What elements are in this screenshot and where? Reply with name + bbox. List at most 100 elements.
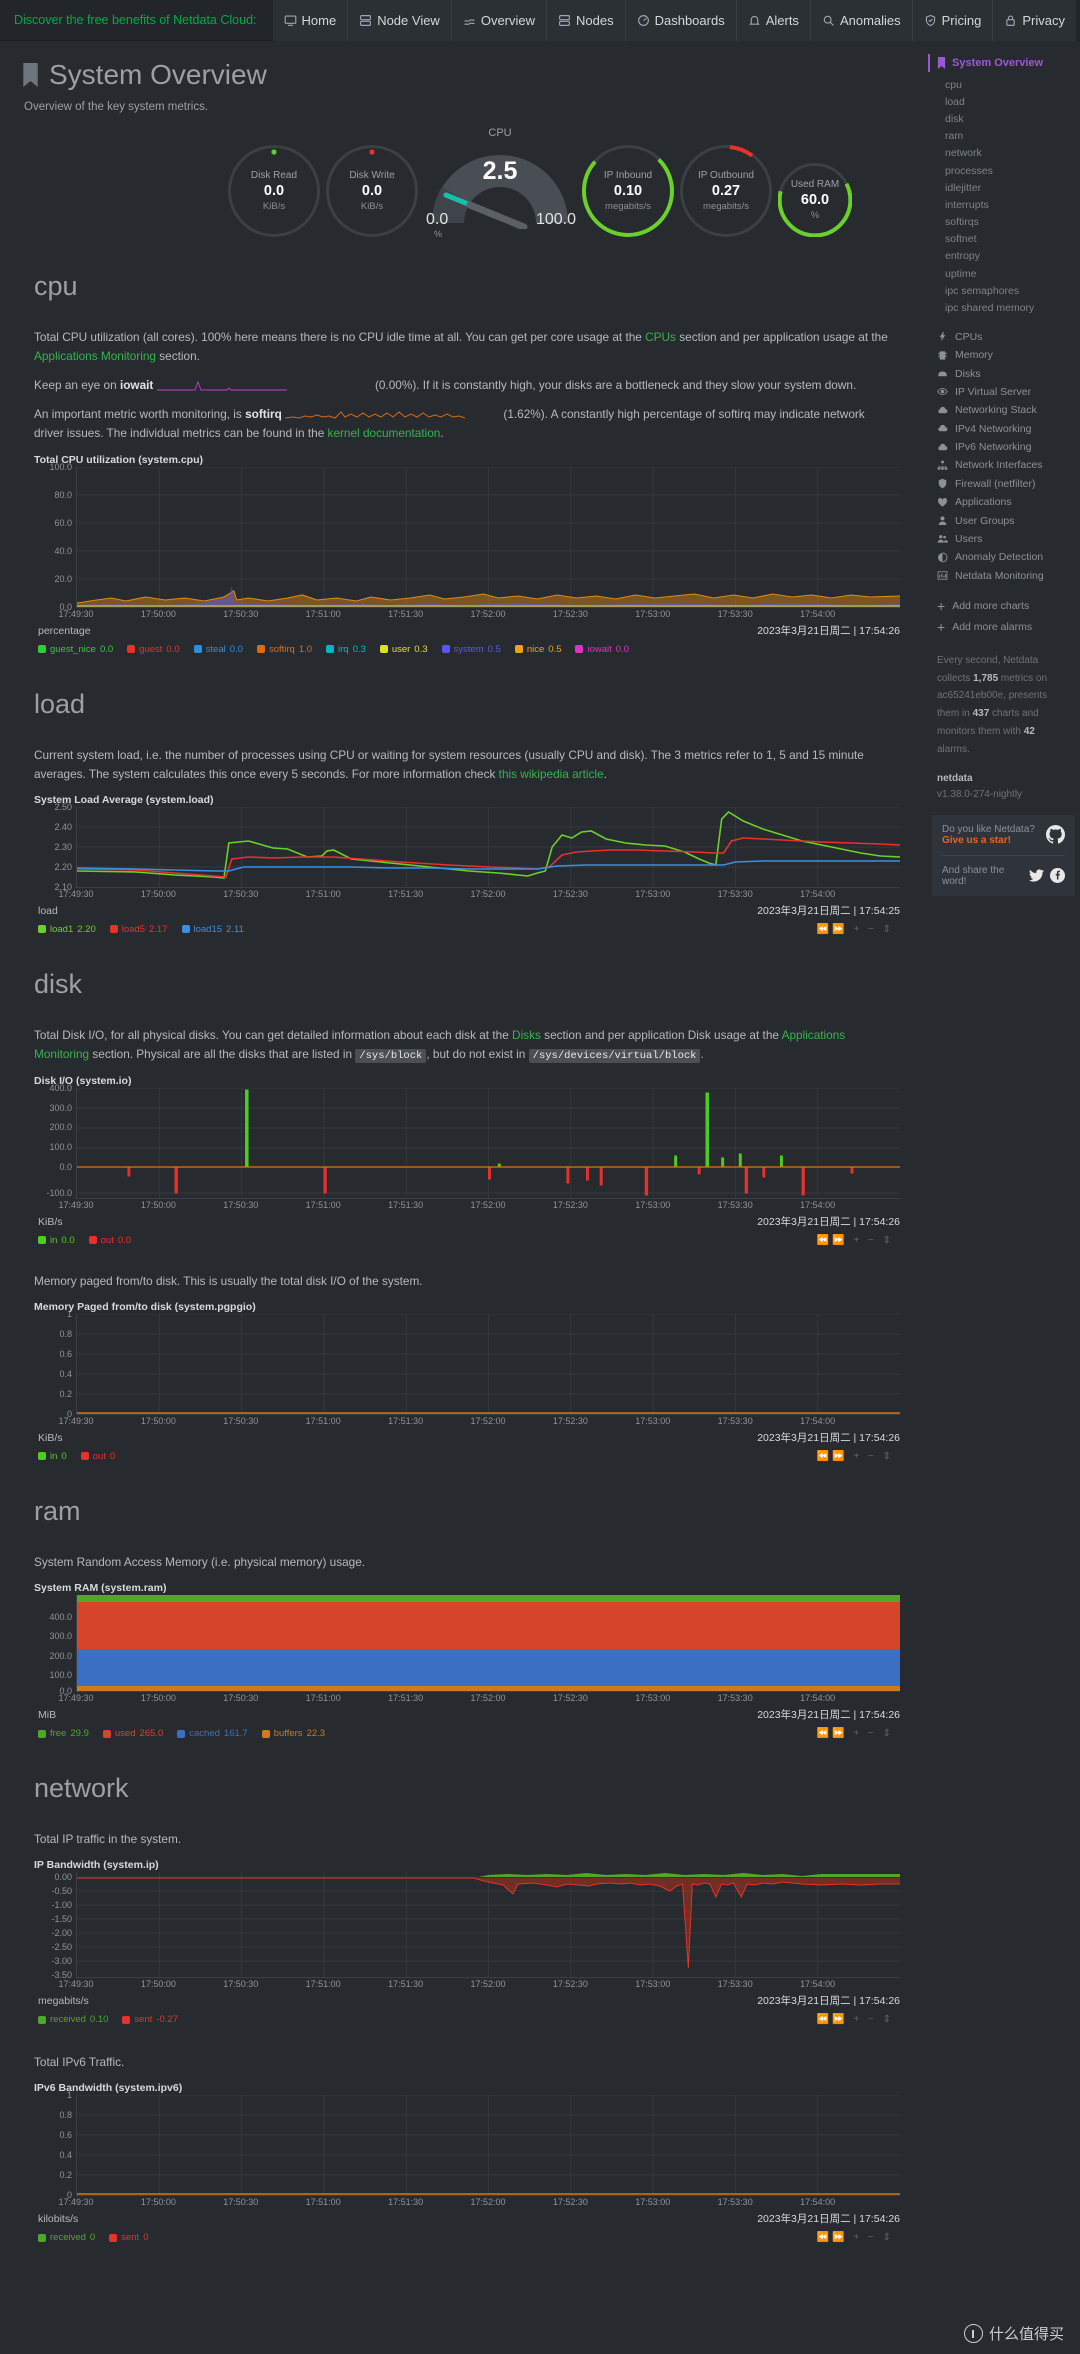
sidebar-item-memory[interactable]: Memory xyxy=(928,346,1080,364)
legend-item[interactable]: system 0.5 xyxy=(441,644,501,655)
legend-item[interactable]: received 0.10 xyxy=(38,2014,108,2025)
legend-item[interactable]: load15 2.11 xyxy=(181,924,244,935)
gauge-ip-inbound[interactable]: IP Inbound 0.10 megabits/s xyxy=(582,145,674,237)
sidebar-item-user-groups[interactable]: User Groups xyxy=(928,511,1080,529)
legend-item[interactable]: sent 0 xyxy=(109,2232,148,2243)
legend-item[interactable]: nice 0.5 xyxy=(514,644,561,655)
gauge-ip-outbound[interactable]: IP Outbound 0.27 megabits/s xyxy=(680,145,772,237)
nav-item-node-view[interactable]: Node View xyxy=(347,0,451,41)
link-applications-monitoring[interactable]: Applications Monitoring xyxy=(34,349,156,363)
sidebar-item-ipv4-networking[interactable]: IPv4 Networking xyxy=(928,420,1080,438)
nav-item-overview[interactable]: Overview xyxy=(450,0,546,41)
gauge-used-ram[interactable]: Used RAM 60.0 % xyxy=(778,163,852,237)
link-kernel-documentation[interactable]: kernel documentation xyxy=(328,426,441,440)
nav-item-home[interactable]: Home xyxy=(273,0,348,41)
gauge-disk-write[interactable]: Disk Write 0.0 KiB/s xyxy=(326,145,418,237)
add-more-charts-button[interactable]: + Add more charts xyxy=(928,596,1080,617)
sidebar-item-processes[interactable]: processes xyxy=(928,162,1080,179)
chart-ram[interactable]: System RAM (system.ram) 400.0 300.0 200.… xyxy=(34,1582,900,1739)
legend-name: load5 xyxy=(121,923,145,935)
chart-controls[interactable]: ⏪⏩ + − ⇕ xyxy=(817,924,900,935)
legend-item[interactable]: in 0 xyxy=(38,1451,67,1462)
nav-item-alerts[interactable]: Alerts xyxy=(735,0,810,41)
plot-area[interactable] xyxy=(76,1872,900,1978)
legend-item[interactable]: out 0 xyxy=(80,1451,115,1462)
sidebar-item-users[interactable]: Users xyxy=(928,530,1080,548)
sidebar-item-networking-stack[interactable]: Networking Stack xyxy=(928,401,1080,419)
legend-item[interactable]: cached 161.7 xyxy=(177,1728,248,1739)
gauge-cpu[interactable]: CPU 2.5 0.0 100.0 % xyxy=(424,127,576,239)
legend-item[interactable]: load1 2.20 xyxy=(38,924,96,935)
legend-item[interactable]: buffers 22.3 xyxy=(261,1728,325,1739)
sidebar-item-idlejitter[interactable]: idlejitter xyxy=(928,179,1080,196)
sidebar-item-system-overview[interactable]: System Overview xyxy=(928,54,1080,72)
sidebar-item-firewall[interactable]: Firewall (netfilter) xyxy=(928,475,1080,493)
sidebar-item-network-interfaces[interactable]: Network Interfaces xyxy=(928,456,1080,474)
sidebar-item-ipc-shared-memory[interactable]: ipc shared memory xyxy=(928,299,1080,316)
chart-cpu[interactable]: Total CPU utilization (system.cpu) 100.0… xyxy=(34,454,900,655)
sidebar-item-softirqs[interactable]: softirqs xyxy=(928,214,1080,231)
sidebar-item-ip-virtual-server[interactable]: IP Virtual Server xyxy=(928,383,1080,401)
sidebar-item-interrupts[interactable]: interrupts xyxy=(928,196,1080,213)
sidebar-item-uptime[interactable]: uptime xyxy=(928,265,1080,282)
twitter-icon[interactable] xyxy=(1029,868,1044,883)
nav-item-pricing[interactable]: Pricing xyxy=(911,0,993,41)
chart-load[interactable]: System Load Average (system.load) 2.50 2… xyxy=(34,794,900,935)
plot-area[interactable] xyxy=(76,466,900,607)
chart-controls[interactable]: ⏪⏩ + − ⇕ xyxy=(817,1235,900,1246)
chart-controls[interactable]: ⏪⏩ + − ⇕ xyxy=(817,2232,900,2243)
legend-item[interactable]: user 0.3 xyxy=(379,644,428,655)
sidebar-item-disk[interactable]: disk xyxy=(928,110,1080,127)
plot-area[interactable] xyxy=(76,1313,900,1414)
sidebar-item-applications[interactable]: Applications xyxy=(928,493,1080,511)
give-star-link[interactable]: Give us a star! xyxy=(942,835,1035,846)
chart-disk-io[interactable]: Disk I/O (system.io) 400.0 300.0 200.0 1… xyxy=(34,1075,900,1246)
sidebar-item-load[interactable]: load xyxy=(928,93,1080,110)
legend-item[interactable]: sent -0.27 xyxy=(122,2014,178,2025)
add-more-alarms-button[interactable]: + Add more alarms xyxy=(928,617,1080,638)
sidebar-item-ram[interactable]: ram xyxy=(928,128,1080,145)
chart-ip[interactable]: IP Bandwidth (system.ip) 0.00 -0.50 -1.0… xyxy=(34,1859,900,2025)
sidebar-item-entropy[interactable]: entropy xyxy=(928,248,1080,265)
facebook-icon[interactable] xyxy=(1050,868,1065,884)
link-disks[interactable]: Disks xyxy=(512,1028,541,1042)
sidebar-item-disks[interactable]: Disks xyxy=(928,364,1080,382)
chart-controls[interactable]: ⏪⏩ + − ⇕ xyxy=(817,1728,900,1739)
chart-pgpgio[interactable]: Memory Paged from/to disk (system.pgpgio… xyxy=(34,1301,900,1462)
legend-item[interactable]: irq 0.3 xyxy=(326,644,366,655)
sidebar-item-softnet[interactable]: softnet xyxy=(928,231,1080,248)
sidebar-item-cpu[interactable]: cpu xyxy=(928,76,1080,93)
sidebar-item-netdata-monitoring[interactable]: Netdata Monitoring xyxy=(928,567,1080,585)
github-icon[interactable] xyxy=(1046,825,1065,844)
legend-item[interactable]: out 0.0 xyxy=(88,1235,131,1246)
sidebar-item-cpus[interactable]: CPUs xyxy=(928,328,1080,346)
sidebar-item-anomaly-detection[interactable]: Anomaly Detection xyxy=(928,548,1080,566)
link-cpus[interactable]: CPUs xyxy=(645,330,676,344)
legend-item[interactable]: free 29.9 xyxy=(38,1728,89,1739)
sidebar-item-ipc-semaphores[interactable]: ipc semaphores xyxy=(928,282,1080,299)
link-wikipedia-article[interactable]: this wikipedia article xyxy=(499,767,604,781)
legend-item[interactable]: steal 0.0 xyxy=(193,644,243,655)
sidebar-item-network[interactable]: network xyxy=(928,145,1080,162)
legend-item[interactable]: used 265.0 xyxy=(102,1728,163,1739)
plot-area[interactable] xyxy=(76,806,900,887)
legend-item[interactable]: guest_nice 0.0 xyxy=(38,644,113,655)
chart-controls[interactable]: ⏪⏩ + − ⇕ xyxy=(817,1451,900,1462)
nav-item-nodes[interactable]: Nodes xyxy=(546,0,625,41)
legend-item[interactable]: received 0 xyxy=(38,2232,95,2243)
legend-item[interactable]: load5 2.17 xyxy=(109,923,168,935)
nav-item-anomalies[interactable]: Anomalies xyxy=(809,0,912,41)
nav-item-dashboards[interactable]: Dashboards xyxy=(624,0,736,41)
chart-controls[interactable]: ⏪⏩ + − ⇕ xyxy=(817,2014,900,2025)
plot-area[interactable] xyxy=(76,1087,900,1198)
legend-item[interactable]: guest 0.0 xyxy=(127,644,180,655)
nav-item-privacy[interactable]: Privacy xyxy=(992,0,1076,41)
sidebar-item-ipv6-networking[interactable]: IPv6 Networking xyxy=(928,438,1080,456)
plot-area[interactable] xyxy=(76,1595,900,1692)
chart-ipv6[interactable]: IPv6 Bandwidth (system.ipv6) 1 0.8 0.6 0… xyxy=(34,2082,900,2243)
legend-item[interactable]: iowait 0.0 xyxy=(575,644,629,655)
plot-area[interactable] xyxy=(76,2095,900,2196)
legend-item[interactable]: softirq 1.0 xyxy=(256,644,312,655)
gauge-disk-read[interactable]: Disk Read 0.0 KiB/s xyxy=(228,145,320,237)
legend-item[interactable]: in 0.0 xyxy=(38,1235,75,1246)
